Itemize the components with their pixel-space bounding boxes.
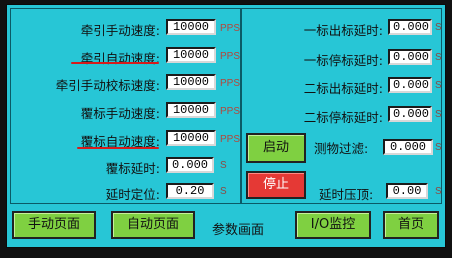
hmi-device-frame: 牵引手动速度: 10000 PPS 牵引自动速度: 10000 PPS 牵引手动… <box>0 0 452 258</box>
field-traction-calibration-speed[interactable]: 10000 <box>166 74 216 90</box>
label-first-label-out-delay: 一标出标延时: <box>303 23 383 38</box>
auto-page-button[interactable]: 自动页面 <box>111 211 195 239</box>
unit-object-filter: S <box>435 142 442 153</box>
annotation-underline <box>71 62 159 64</box>
label-positioning-delay: 延时定位: <box>105 187 160 202</box>
unit-pressure-delay: S <box>435 186 442 197</box>
start-button[interactable]: 启动 <box>246 133 306 163</box>
field-traction-auto-speed[interactable]: 10000 <box>166 47 216 63</box>
field-first-label-out-delay[interactable]: 0.000 <box>388 19 432 35</box>
unit-second-label-stop-delay: S <box>435 109 442 120</box>
field-label-delay[interactable]: 0.000 <box>166 157 214 173</box>
unit-label-delay: S <box>220 160 227 171</box>
unit-label-auto-speed: PPS <box>220 134 241 145</box>
label-second-label-stop-delay: 二标停标延时: <box>303 110 383 125</box>
field-positioning-delay[interactable]: 0.20 <box>166 183 214 199</box>
stop-button[interactable]: 停止 <box>246 171 306 199</box>
label-label-delay: 覆标延时: <box>105 161 160 176</box>
label-object-filter: 测物过滤: <box>314 141 369 156</box>
unit-label-manual-speed: PPS <box>220 106 241 117</box>
bottom-navigation-bar: 手动页面 自动页面 参数画面 I/O监控 首页 <box>10 209 442 245</box>
right-parameter-panel: 一标出标延时: 0.000 S 一标停标延时: 0.000 S 二标出标延时: … <box>241 8 442 204</box>
label-label-manual-speed: 覆标手动速度: <box>80 106 160 121</box>
home-button[interactable]: 首页 <box>383 211 439 239</box>
unit-first-label-stop-delay: S <box>435 52 442 63</box>
unit-positioning-delay: S <box>220 186 227 197</box>
field-object-filter[interactable]: 0.000 <box>383 139 433 155</box>
current-page-title: 参数画面 <box>212 223 265 238</box>
field-label-manual-speed[interactable]: 10000 <box>166 102 216 118</box>
field-label-auto-speed[interactable]: 10000 <box>166 130 216 146</box>
manual-page-button[interactable]: 手动页面 <box>12 211 96 239</box>
unit-first-label-out-delay: S <box>435 22 442 33</box>
unit-second-label-out-delay: S <box>435 80 442 91</box>
field-second-label-stop-delay[interactable]: 0.000 <box>388 106 432 122</box>
label-traction-calibration-speed: 牵引手动校标速度: <box>55 78 160 93</box>
field-first-label-stop-delay[interactable]: 0.000 <box>388 49 432 65</box>
label-first-label-stop-delay: 一标停标延时: <box>303 53 383 68</box>
label-pressure-delay: 延时压顶: <box>319 187 374 202</box>
label-traction-auto-speed: 牵引自动速度: <box>80 51 160 66</box>
field-second-label-out-delay[interactable]: 0.000 <box>388 77 432 93</box>
field-pressure-delay[interactable]: 0.00 <box>386 183 428 199</box>
label-traction-manual-speed: 牵引手动速度: <box>80 23 160 38</box>
io-monitor-button[interactable]: I/O监控 <box>295 211 371 239</box>
left-parameter-panel: 牵引手动速度: 10000 PPS 牵引自动速度: 10000 PPS 牵引手动… <box>10 8 241 204</box>
unit-traction-auto-speed: PPS <box>220 51 241 62</box>
label-second-label-out-delay: 二标出标延时: <box>303 81 383 96</box>
annotation-underline <box>77 147 159 149</box>
hmi-screen: 牵引手动速度: 10000 PPS 牵引自动速度: 10000 PPS 牵引手动… <box>6 4 446 248</box>
unit-traction-calibration-speed: PPS <box>220 78 241 89</box>
field-traction-manual-speed[interactable]: 10000 <box>166 19 216 35</box>
unit-traction-manual-speed: PPS <box>220 23 241 34</box>
